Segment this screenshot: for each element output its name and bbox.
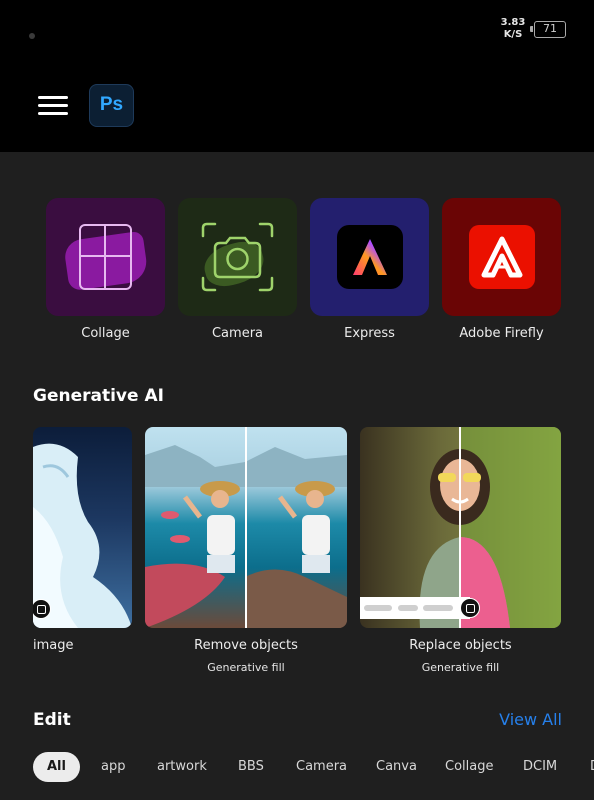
tool-express[interactable]: Express — [310, 198, 429, 341]
view-all-link[interactable]: View All — [490, 710, 562, 729]
filter-chip-canva[interactable]: Canva — [376, 752, 417, 782]
tool-firefly[interactable]: Adobe Firefly — [442, 198, 561, 341]
gen-ai-card-replace-objects[interactable] — [360, 427, 561, 628]
network-speed: 3.83 K/S — [498, 17, 528, 41]
adobe-firefly-icon — [469, 225, 535, 289]
card-title: image — [33, 638, 74, 653]
tool-collage[interactable]: Collage — [46, 198, 165, 341]
section-title-edit: Edit — [33, 710, 71, 730]
battery-icon: 71 — [530, 21, 566, 38]
card-title: Remove objects — [194, 638, 298, 653]
tool-label: Adobe Firefly — [459, 326, 544, 341]
firefly-tile[interactable] — [442, 198, 561, 316]
app-bar: Ps — [0, 60, 594, 152]
filter-chip-artwork[interactable]: artwork — [157, 752, 207, 782]
filter-chip-dcim[interactable]: DCIM — [523, 752, 557, 782]
tool-label: Collage — [81, 326, 130, 341]
filter-chip-collage[interactable]: Collage — [445, 752, 493, 782]
filter-chips: All app artwork BBS Camera Canva Collage… — [33, 752, 594, 786]
filter-chip-camera[interactable]: Camera — [296, 752, 347, 782]
tool-label: Camera — [211, 326, 264, 341]
camera-tile[interactable] — [178, 198, 297, 316]
collage-icon — [79, 224, 132, 290]
notification-dot-icon — [29, 33, 35, 39]
express-tile[interactable] — [310, 198, 429, 316]
gen-ai-card-image[interactable] — [33, 427, 132, 628]
network-speed-value: 3.83 — [500, 17, 526, 28]
card-title: Replace objects — [409, 638, 512, 653]
status-bar: 3.83 K/S 71 — [0, 0, 594, 60]
filter-chip-d[interactable]: D — [590, 752, 594, 782]
card-subtitle: Generative fill — [207, 661, 285, 674]
filter-chip-bbs[interactable]: BBS — [238, 752, 264, 782]
tool-camera[interactable]: Camera — [178, 198, 297, 341]
hamburger-menu-icon[interactable] — [38, 96, 68, 116]
filter-chip-all[interactable]: All — [33, 752, 80, 782]
collage-tile[interactable] — [46, 198, 165, 316]
gen-ai-card-remove-objects[interactable] — [145, 427, 347, 628]
quick-tools-row: Collage Camera Express Adobe Firefly — [46, 198, 562, 348]
tool-label: Express — [344, 326, 395, 341]
section-title-generative-ai: Generative AI — [33, 386, 164, 406]
filter-chip-app[interactable]: app — [101, 752, 125, 782]
comparison-divider[interactable] — [245, 427, 247, 628]
card-subtitle: Generative fill — [421, 661, 500, 674]
network-speed-unit: K/S — [503, 29, 523, 40]
photoshop-logo: Ps — [89, 84, 134, 127]
card-image-thumbnail — [33, 443, 132, 628]
adobe-express-icon — [337, 225, 403, 289]
generative-badge-icon — [460, 598, 480, 618]
camera-icon — [201, 222, 274, 292]
fill-progress-bar — [360, 597, 470, 619]
